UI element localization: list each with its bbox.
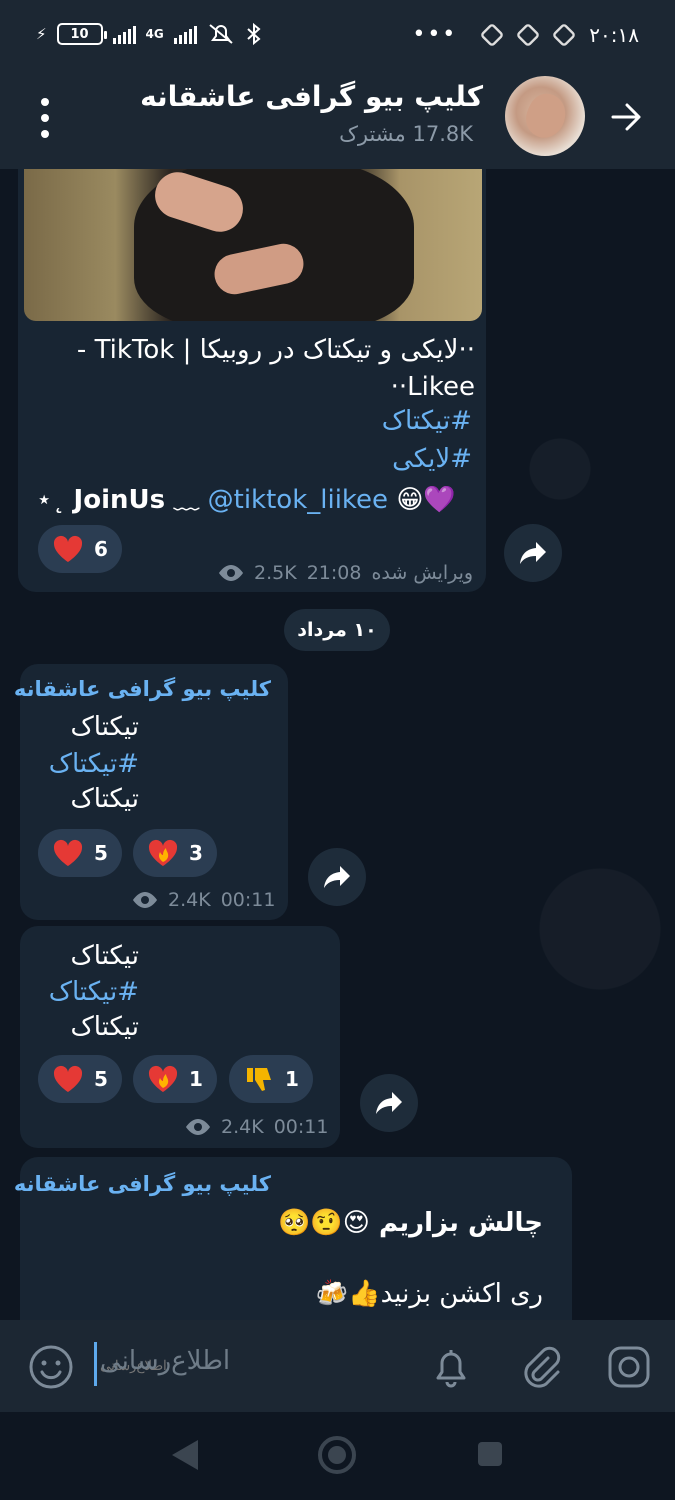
message-time: 21:08	[306, 562, 362, 584]
more-options-icon[interactable]	[30, 98, 60, 138]
nav-home-icon[interactable]	[318, 1436, 356, 1474]
thumbs-down-icon	[247, 1068, 271, 1091]
camera-icon[interactable]	[606, 1344, 652, 1390]
mute-icon	[209, 24, 233, 44]
hashtag-link[interactable]: #تیکتاک	[49, 749, 139, 779]
message-meta: 2.4K 00:11	[185, 1116, 328, 1138]
message-text: تیکتاک	[70, 712, 139, 742]
app-notification-icon	[515, 22, 541, 47]
reaction-count: 1	[285, 1067, 299, 1091]
message-bubble[interactable]	[20, 926, 340, 1148]
input-placeholder: اطلاع‌رسانی	[100, 1346, 231, 1376]
reaction-count: 3	[189, 841, 203, 865]
message-caption: Likee··	[390, 372, 475, 402]
view-count: 2.5K	[254, 562, 297, 584]
battery-level: 10	[70, 26, 89, 42]
reaction-count: 5	[94, 1067, 108, 1091]
message-text: ری اکشن بزنید👍🍻	[315, 1279, 543, 1309]
message-caption: ··لایکی و تیکتاک در روبیکا | TikTok -	[76, 335, 475, 365]
signal-icon	[112, 24, 136, 44]
share-arrow-icon	[376, 1092, 402, 1114]
message-input-bar: اطلاع‌رسانی	[0, 1320, 675, 1412]
text-caret	[94, 1342, 97, 1386]
edited-label: ویرایش شده	[371, 562, 474, 584]
views-icon	[133, 892, 157, 908]
status-icons-left: ⚡ 10 4G	[36, 22, 263, 46]
message-text: تیکتاک	[70, 1012, 139, 1042]
reaction-chip[interactable]: 1	[229, 1055, 313, 1103]
join-text: ⋆˛ JoinUs ﹏	[36, 485, 208, 515]
sender-name[interactable]: کلیپ بیو گرافی عاشقانه	[14, 677, 271, 701]
emoji-icon[interactable]	[28, 1344, 74, 1390]
emoji: 😁💜	[396, 485, 456, 515]
views-icon	[186, 1119, 210, 1135]
reaction-chip[interactable]: 5	[38, 1055, 122, 1103]
message-text: تیکتاک	[70, 784, 139, 814]
view-count: 2.4K	[221, 1116, 264, 1138]
charging-icon: ⚡	[36, 25, 47, 43]
message-meta: 2.4K 00:11	[132, 889, 275, 911]
heart-on-fire-icon	[148, 839, 178, 866]
clock: ۲۰:۱۸	[589, 22, 639, 47]
hashtag-link[interactable]: #تیکتاک	[49, 977, 139, 1007]
reaction-chip[interactable]: 1	[133, 1055, 217, 1103]
bluetooth-icon	[247, 22, 261, 46]
reaction-chip[interactable]: 6	[38, 525, 122, 573]
red-heart-icon	[53, 535, 83, 562]
hashtag-link[interactable]: #لایکی	[392, 444, 472, 474]
share-arrow-icon	[520, 542, 546, 564]
reaction-chip[interactable]: 5	[38, 829, 122, 877]
chat-area[interactable]: ··لایکی و تیکتاک در روبیکا | TikTok - Li…	[0, 169, 675, 1320]
message-text: چالش بزاریم 😍🤨🥺	[278, 1208, 543, 1238]
nav-recents-icon[interactable]	[478, 1442, 502, 1466]
channel-title[interactable]: کلیپ بیو گرافی عاشقانه	[140, 80, 483, 113]
message-text: تیکتاک	[70, 941, 139, 971]
signal-icon-2	[173, 24, 197, 44]
channel-mention-link[interactable]: @tiktok_liikee	[208, 485, 388, 515]
media-thumbnail[interactable]	[24, 169, 482, 321]
network-type: 4G	[145, 27, 164, 41]
message-time: 00:11	[220, 889, 276, 911]
date-separator: ۱۰ مرداد	[284, 609, 390, 651]
sender-name[interactable]: کلیپ بیو گرافی عاشقانه	[14, 1172, 271, 1196]
view-count: 2.4K	[168, 889, 211, 911]
reaction-count: 5	[94, 841, 108, 865]
red-heart-icon	[53, 1065, 83, 1092]
battery-icon: 10	[56, 23, 107, 45]
message-meta: 2.5K 21:08 ویرایش شده	[218, 562, 473, 584]
app-notification-icon	[479, 22, 505, 47]
share-arrow-icon	[324, 866, 350, 888]
app-notification-icon	[551, 22, 577, 47]
share-button[interactable]	[308, 848, 366, 906]
reaction-chip[interactable]: 3	[133, 829, 217, 877]
chat-header: کلیپ بیو گرافی عاشقانه 17.8K مشترک	[0, 72, 675, 169]
more-notifications-icon: •••	[412, 22, 458, 47]
system-nav-bar	[0, 1412, 675, 1500]
attach-paperclip-icon[interactable]	[518, 1344, 564, 1390]
join-line: ⋆˛ JoinUs ﹏ @tiktok_liikee 😁💜	[36, 479, 456, 516]
message-bubble[interactable]	[20, 664, 288, 920]
message-time: 00:11	[273, 1116, 329, 1138]
red-heart-icon	[53, 839, 83, 866]
share-button[interactable]	[504, 524, 562, 582]
views-icon	[219, 565, 243, 581]
share-button[interactable]	[360, 1074, 418, 1132]
subscriber-count: 17.8K مشترک	[339, 122, 473, 146]
reaction-count: 1	[189, 1067, 203, 1091]
reaction-count: 6	[94, 537, 108, 561]
back-arrow-icon[interactable]	[609, 100, 643, 134]
status-bar: ⚡ 10 4G ••• ۲۰:۱۸	[0, 0, 675, 72]
notification-bell-icon[interactable]	[428, 1344, 474, 1390]
channel-avatar[interactable]	[505, 76, 585, 156]
hashtag-link[interactable]: #تیکتاک	[382, 406, 472, 436]
nav-back-icon[interactable]	[172, 1440, 198, 1470]
heart-on-fire-icon	[148, 1065, 178, 1092]
status-icons-right: ••• ۲۰:۱۸	[412, 22, 639, 47]
